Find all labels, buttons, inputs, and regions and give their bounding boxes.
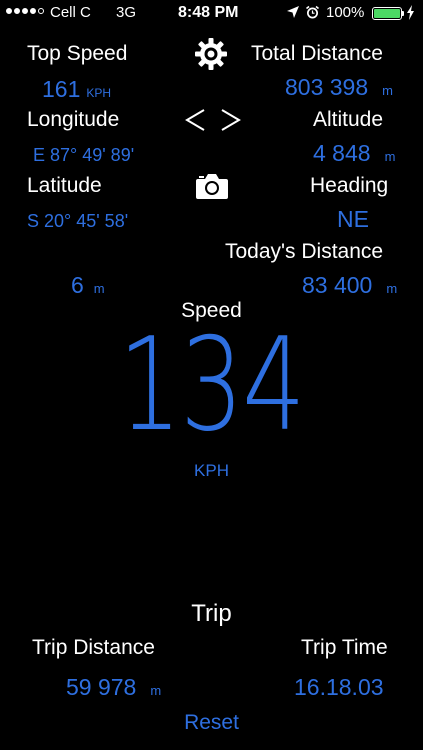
location-arrow-icon: [286, 5, 300, 23]
trip-time-value: 16.18.03: [294, 674, 384, 700]
alarm-clock-icon: [305, 5, 320, 24]
top-speed-label: Top Speed: [27, 42, 128, 65]
speed-unit: KPH: [194, 461, 229, 480]
carrier-name: Cell C: [50, 4, 91, 21]
speed-value: 134: [118, 311, 306, 460]
top-speed-unit: KPH: [86, 86, 112, 100]
signal-strength-icon: [6, 8, 44, 14]
latitude-value: S 20° 45' 58': [27, 211, 129, 231]
trip-distance-value: 59 978: [66, 674, 137, 700]
reset-button[interactable]: Reset: [0, 711, 423, 735]
longitude-value: E 87° 49' 89': [33, 145, 135, 165]
altitude-value-group: 4 848 m: [313, 140, 395, 167]
trip-time-label: Trip Time: [301, 636, 388, 659]
charging-bolt-icon: [406, 5, 415, 24]
latitude-label: Latitude: [27, 174, 102, 197]
battery-tip: [402, 11, 404, 16]
heading-label: Heading: [310, 174, 389, 197]
network-type: 3G: [116, 4, 137, 21]
battery-icon: [372, 7, 402, 20]
battery-percent: 100%: [326, 4, 365, 21]
status-time: 8:48 PM: [178, 4, 239, 21]
accuracy-value: 6: [71, 272, 84, 298]
trip-distance-unit: m: [150, 683, 162, 698]
speed-value-container: 134: [0, 322, 423, 450]
accuracy-unit: m: [93, 281, 105, 296]
trip-distance-value-group: 59 978 m: [66, 674, 161, 701]
longitude-label: Longitude: [27, 108, 120, 131]
top-speed-value-group: 161 KPH: [42, 76, 111, 103]
trip-distance-label: Trip Distance: [32, 636, 155, 659]
camera-icon[interactable]: [195, 172, 229, 205]
top-speed-value: 161: [42, 76, 81, 102]
total-distance-unit: m: [382, 83, 393, 98]
todays-distance-unit: m: [386, 281, 398, 296]
accuracy-value-group: 6m: [71, 272, 105, 299]
gear-icon[interactable]: [194, 37, 228, 76]
status-bar: Cell C 3G 8:48 PM 100%: [0, 0, 423, 28]
altitude-unit: m: [384, 149, 396, 164]
total-distance-value-group: 803 398 m: [285, 74, 393, 101]
chevron-left-right-icon[interactable]: [184, 106, 242, 139]
total-distance-label: Total Distance: [251, 42, 383, 65]
altitude-value: 4 848: [313, 140, 371, 166]
heading-value: NE: [337, 206, 369, 232]
total-distance-value: 803 398: [285, 74, 369, 100]
todays-distance-value: 83 400: [302, 272, 373, 298]
altitude-label: Altitude: [313, 108, 384, 131]
todays-distance-value-group: 83 400 m: [302, 272, 397, 299]
trip-title: Trip: [191, 600, 232, 627]
todays-distance-label: Today's Distance: [225, 240, 384, 263]
